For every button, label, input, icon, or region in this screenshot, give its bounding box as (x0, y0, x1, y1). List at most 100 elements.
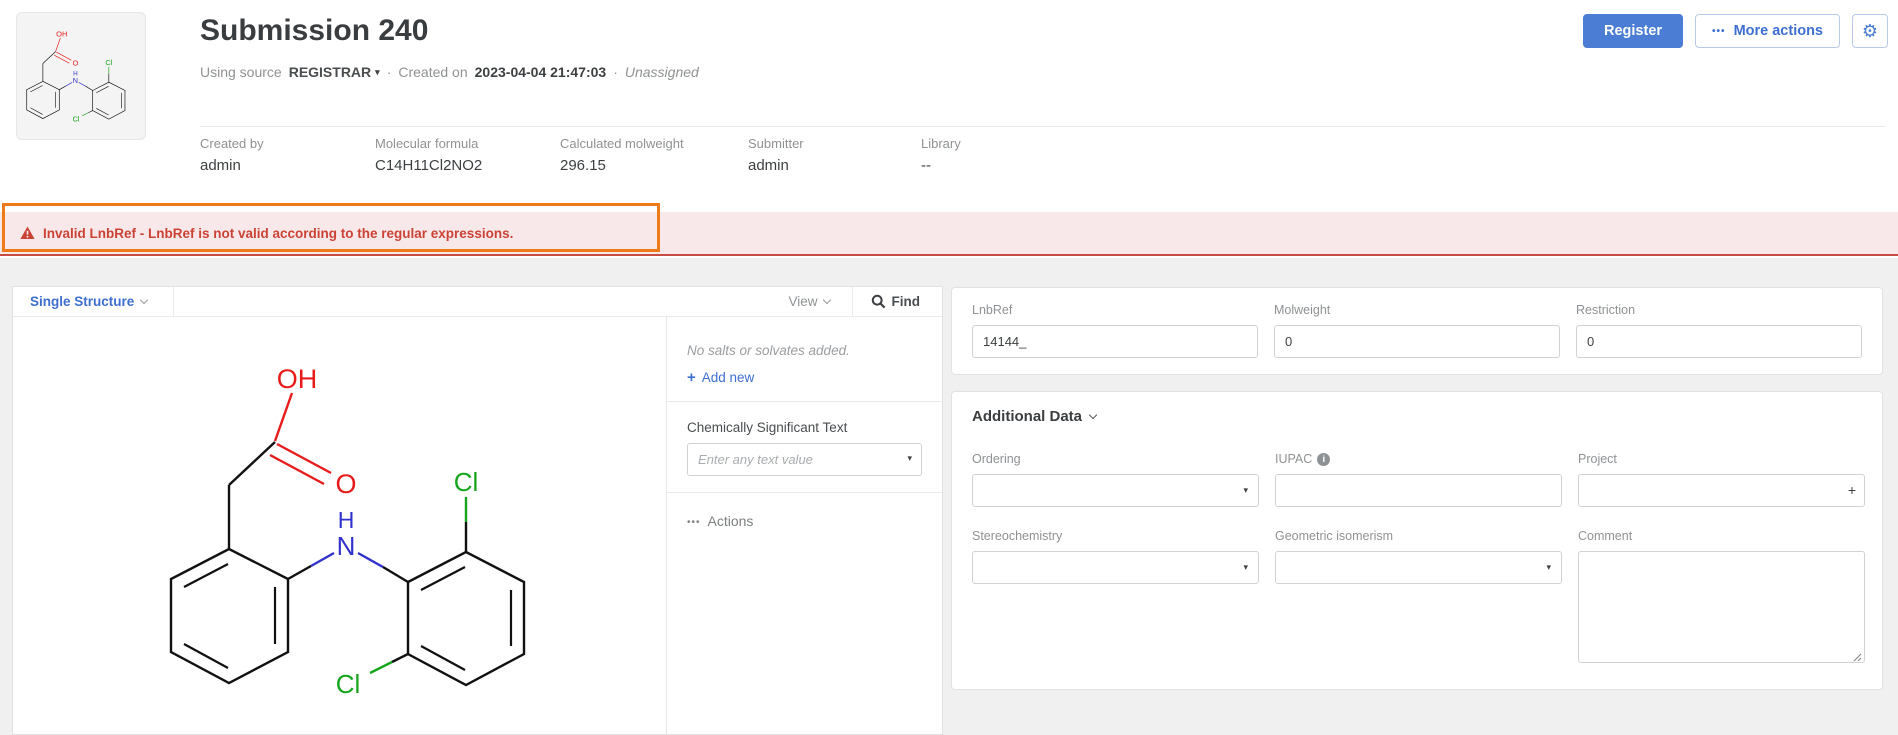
project-label: Project (1578, 452, 1617, 466)
meta-label: Submitter (748, 136, 921, 151)
meta-label: Molecular formula (375, 136, 560, 151)
created-on-value: 2023-04-04 21:47:03 (475, 64, 607, 80)
more-actions-button[interactable]: More actions (1695, 14, 1840, 48)
meta-value: -- (921, 157, 1041, 174)
actions-label: Actions (708, 513, 754, 529)
dropdown-caret-icon (1243, 485, 1248, 496)
page-title: Submission 240 (200, 14, 428, 48)
molweight-label: Molweight (1274, 303, 1330, 317)
meta-label: Created by (200, 136, 375, 151)
lnbref-label: LnbRef (972, 303, 1012, 317)
meta-label: Library (921, 136, 1041, 151)
restriction-field: Restriction (1576, 301, 1862, 361)
geometric-isomerism-select[interactable] (1275, 551, 1562, 584)
lnbref-field: LnbRef (972, 301, 1258, 361)
stereochemistry-label: Stereochemistry (972, 529, 1062, 543)
comment-label: Comment (1578, 529, 1632, 543)
additional-data-heading: Additional Data (972, 408, 1082, 425)
molweight-field: Molweight (1274, 301, 1560, 361)
dropdown-caret-icon (1243, 562, 1248, 573)
structure-thumbnail (16, 12, 146, 140)
meta-value: 296.15 (560, 157, 748, 174)
salts-empty-message: No salts or solvates added. (687, 343, 942, 358)
iupac-label: IUPAC (1275, 452, 1312, 466)
comment-field: Comment (1578, 527, 1865, 668)
structure-thumbnail-image (21, 29, 141, 125)
source-dropdown[interactable]: REGISTRAR (289, 64, 380, 80)
chevron-down-icon (1089, 410, 1097, 418)
find-button[interactable]: Find (853, 294, 943, 309)
lnbref-input[interactable] (972, 325, 1258, 358)
stereochemistry-field: Stereochemistry (972, 527, 1259, 584)
project-field: Project + (1578, 450, 1865, 507)
iupac-field: IUPAC (1275, 450, 1562, 507)
info-icon[interactable] (1317, 453, 1330, 466)
cst-label: Chemically Significant Text (687, 420, 942, 435)
meta-value: C14H11Cl2NO2 (375, 157, 560, 174)
iupac-input[interactable] (1275, 474, 1562, 507)
view-label: View (788, 294, 817, 309)
meta-library: Library -- (921, 136, 1041, 174)
actions-button[interactable]: Actions (687, 513, 753, 529)
registration-fields-card: LnbRef Molweight Restriction (951, 287, 1883, 375)
find-label: Find (892, 294, 921, 309)
meta-submitter: Submitter admin (748, 136, 921, 174)
cst-input[interactable] (687, 443, 922, 476)
molweight-input[interactable] (1274, 325, 1560, 358)
header-actions: Register More actions (1583, 14, 1888, 48)
header-separator (173, 287, 174, 317)
dropdown-caret-icon (1546, 562, 1551, 573)
using-source-label: Using source (200, 64, 282, 80)
ellipsis-icon (687, 513, 701, 529)
comment-textarea[interactable] (1578, 551, 1865, 663)
restriction-input[interactable] (1576, 325, 1862, 358)
stereochemistry-select[interactable] (972, 551, 1259, 584)
project-input[interactable] (1578, 474, 1865, 507)
register-button[interactable]: Register (1583, 14, 1683, 48)
caret-down-icon (375, 67, 380, 78)
settings-button[interactable] (1852, 14, 1888, 48)
meta-created-by: Created by admin (200, 136, 375, 174)
ordering-field: Ordering (972, 450, 1259, 507)
meta-value: admin (748, 157, 921, 174)
gear-icon (1862, 21, 1878, 42)
structure-card-header: Single Structure View Find (13, 287, 942, 317)
chevron-down-icon (822, 295, 830, 303)
salts-panel: No salts or solvates added. Add new Chem… (667, 317, 942, 734)
meta-value: admin (200, 157, 375, 174)
chevron-down-icon (140, 295, 148, 303)
additional-data-grid: Ordering IUPAC Project (972, 450, 1862, 668)
validation-error-banner: Invalid LnbRef - LnbRef is not valid acc… (0, 212, 1898, 256)
add-new-button[interactable]: Add new (687, 369, 754, 386)
dot-separator: · (387, 64, 392, 80)
source-value: REGISTRAR (289, 64, 371, 80)
section-divider (667, 401, 942, 402)
add-new-label: Add new (702, 370, 755, 385)
more-actions-label: More actions (1734, 23, 1823, 39)
geometric-isomerism-label: Geometric isomerism (1275, 529, 1393, 543)
submission-subtitle: Using source REGISTRAR · Created on 2023… (200, 64, 699, 80)
header-divider (200, 126, 1886, 127)
submission-page: OH O H N Cl Cl Submission 240 Using sour… (0, 0, 1898, 735)
meta-calculated-molweight: Calculated molweight 296.15 (560, 136, 748, 174)
warning-icon (20, 226, 35, 240)
additional-data-toggle[interactable]: Additional Data (972, 408, 1096, 425)
structure-drawing[interactable] (151, 361, 581, 706)
cst-field (687, 443, 922, 476)
restriction-label: Restriction (1576, 303, 1635, 317)
validation-error-message: Invalid LnbRef - LnbRef is not valid acc… (43, 226, 513, 241)
created-on-label: Created on (398, 64, 467, 80)
metadata-row: Created by admin Molecular formula C14H1… (200, 136, 1041, 174)
ordering-label: Ordering (972, 452, 1021, 466)
geometric-isomerism-field: Geometric isomerism (1275, 527, 1562, 584)
view-dropdown[interactable]: View (766, 294, 851, 309)
meta-molecular-formula: Molecular formula C14H11Cl2NO2 (375, 136, 560, 174)
plus-icon (687, 369, 696, 386)
additional-data-card: Additional Data Ordering IUPAC (951, 391, 1883, 690)
meta-label: Calculated molweight (560, 136, 748, 151)
structure-card-tools: View Find (766, 287, 942, 317)
add-project-icon[interactable]: + (1848, 482, 1856, 498)
structure-mode-dropdown[interactable]: Single Structure (30, 294, 147, 309)
dot-separator: · (613, 64, 618, 80)
ordering-select[interactable] (972, 474, 1259, 507)
